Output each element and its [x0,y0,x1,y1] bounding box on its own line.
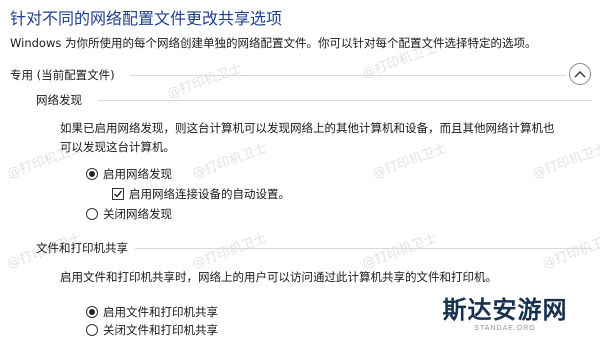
network-discovery-description: 如果已启用网络发现，则这台计算机可以发现网络上的其他计算机和设备，而且其他网络计… [60,121,555,154]
radio-disable-file-printer-sharing[interactable]: 关闭文件和打印机共享 [86,322,218,338]
file-printer-sharing-description: 启用文件和打印机共享时，网络上的用户可以访问通过此计算机共享的文件和打印机。 [60,270,497,284]
collapse-section-button[interactable] [569,63,591,85]
checkbox-label: 启用网络连接设备的自动设置。 [129,187,290,201]
radio-button[interactable] [86,324,98,336]
radio-label: 关闭网络发现 [103,207,172,221]
page-description: Windows 为你所使用的每个网络创建单独的网络配置文件。你可以针对每个配置文… [10,36,537,50]
brand-name: 斯达安游网 [442,295,568,324]
checkmark-icon [114,190,123,198]
group-divider [98,100,592,101]
radio-enable-network-discovery[interactable]: 启用网络发现 [86,166,172,182]
profile-section-title: 专用 (当前配置文件) [10,68,115,82]
radio-label: 启用文件和打印机共享 [103,305,218,319]
brand-logo: 斯达安游网 STANDAE.ORG [420,295,590,337]
page-title: 针对不同的网络配置文件更改共享选项 [10,9,283,28]
checkbox[interactable] [112,188,124,200]
watermark-text: @打印机卫士 [165,60,244,102]
group-divider [135,248,592,249]
checkbox-auto-setup[interactable]: 启用网络连接设备的自动设置。 [112,186,290,202]
radio-enable-file-printer-sharing[interactable]: 启用文件和打印机共享 [86,304,218,320]
radio-disable-network-discovery[interactable]: 关闭网络发现 [86,206,172,222]
watermark-text: @打印机卫士 [190,230,269,272]
watermark-text: @打印机卫士 [360,230,439,272]
network-discovery-title: 网络发现 [36,93,82,107]
brand-domain: STANDAE.ORG [474,325,536,332]
radio-button[interactable] [86,306,98,318]
radio-label: 启用网络发现 [103,167,172,181]
watermark-text: @打印机卫士 [540,230,600,272]
radio-label: 关闭文件和打印机共享 [103,323,218,337]
radio-button[interactable] [86,168,98,180]
chevron-up-icon [574,71,586,78]
file-printer-sharing-title: 文件和打印机共享 [36,241,128,255]
section-divider [130,75,566,76]
radio-button[interactable] [86,208,98,220]
